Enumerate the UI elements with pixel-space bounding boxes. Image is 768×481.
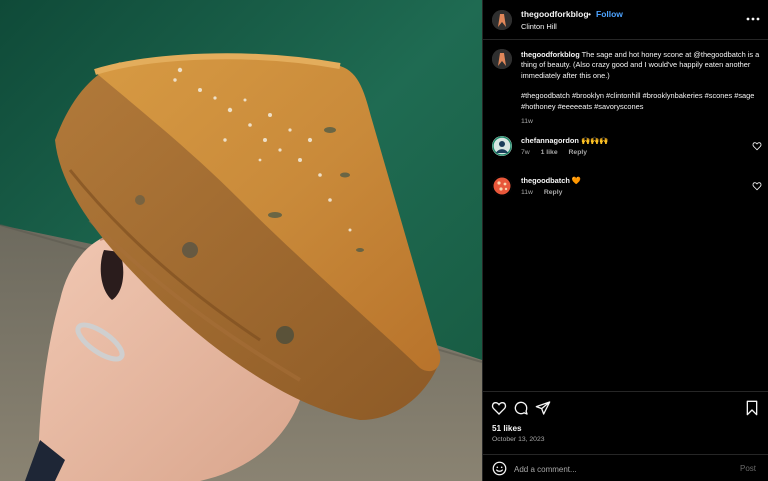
post-actions: 51 likes October 13, 2023 Post — [483, 391, 768, 481]
post-side-panel: thegoodforkblog • Follow Clinton Hill th… — [482, 0, 768, 481]
comment-input[interactable] — [514, 462, 714, 476]
likes-count[interactable]: 51 likes — [492, 424, 522, 433]
post-caption: thegoodforkblog The sage and hot honey s… — [521, 50, 761, 127]
comment-time: 7w — [521, 149, 530, 156]
comment-heart-icon[interactable] — [752, 178, 762, 191]
reply-button[interactable]: Reply — [544, 189, 563, 196]
post-photo[interactable] — [0, 0, 482, 481]
post-comment-button[interactable]: Post — [740, 464, 756, 473]
post-date: October 13, 2023 — [492, 436, 545, 443]
comment-avatar[interactable] — [492, 176, 512, 196]
caption-avatar[interactable] — [492, 49, 512, 69]
comment-text: chefannagordon 🙌🙌🙌 — [521, 136, 609, 145]
post-location[interactable]: Clinton Hill — [521, 22, 557, 31]
bookmark-icon[interactable] — [744, 400, 760, 416]
comment-item: chefannagordon 🙌🙌🙌 7w 1 like Reply — [483, 136, 768, 164]
heart-icon[interactable] — [491, 400, 507, 416]
comment-avatar[interactable] — [492, 136, 512, 156]
comment-body: 🧡 — [571, 176, 582, 185]
post-header: thegoodforkblog • Follow Clinton Hill — [483, 0, 768, 40]
avatar[interactable] — [492, 10, 512, 30]
comment-username[interactable]: thegoodbatch — [521, 176, 570, 185]
comment-username[interactable]: chefannagordon — [521, 136, 579, 145]
comment-time: 11w — [521, 189, 533, 196]
instagram-post: thegoodforkblog • Follow Clinton Hill th… — [0, 0, 768, 481]
comment-heart-icon[interactable] — [752, 138, 762, 151]
emoji-icon[interactable] — [492, 461, 507, 476]
more-horizontal-icon[interactable] — [745, 12, 761, 26]
comment-icon[interactable] — [513, 400, 529, 416]
comment-item: thegoodbatch 🧡 11w Reply — [483, 176, 768, 204]
comment-body: 🙌🙌🙌 — [580, 136, 609, 145]
comment-likes[interactable]: 1 like — [541, 149, 558, 156]
share-icon[interactable] — [535, 400, 551, 416]
caption-hashtags[interactable]: #thegoodbatch #brooklyn #clintonhill #br… — [521, 91, 761, 112]
comment-meta: 7w 1 like Reply — [521, 149, 596, 156]
caption-username[interactable]: thegoodforkblog — [521, 50, 580, 59]
comment-meta: 11w Reply — [521, 189, 571, 196]
comment-text: thegoodbatch 🧡 — [521, 176, 581, 185]
reply-button[interactable]: Reply — [569, 149, 588, 156]
follow-button[interactable]: Follow — [596, 9, 623, 19]
scone-photo-illustration — [0, 0, 482, 481]
post-author-username[interactable]: thegoodforkblog — [521, 9, 589, 19]
caption-timestamp: 11w — [521, 118, 533, 126]
comment-bar: Post — [483, 454, 768, 481]
separator-dot: • — [588, 9, 591, 19]
